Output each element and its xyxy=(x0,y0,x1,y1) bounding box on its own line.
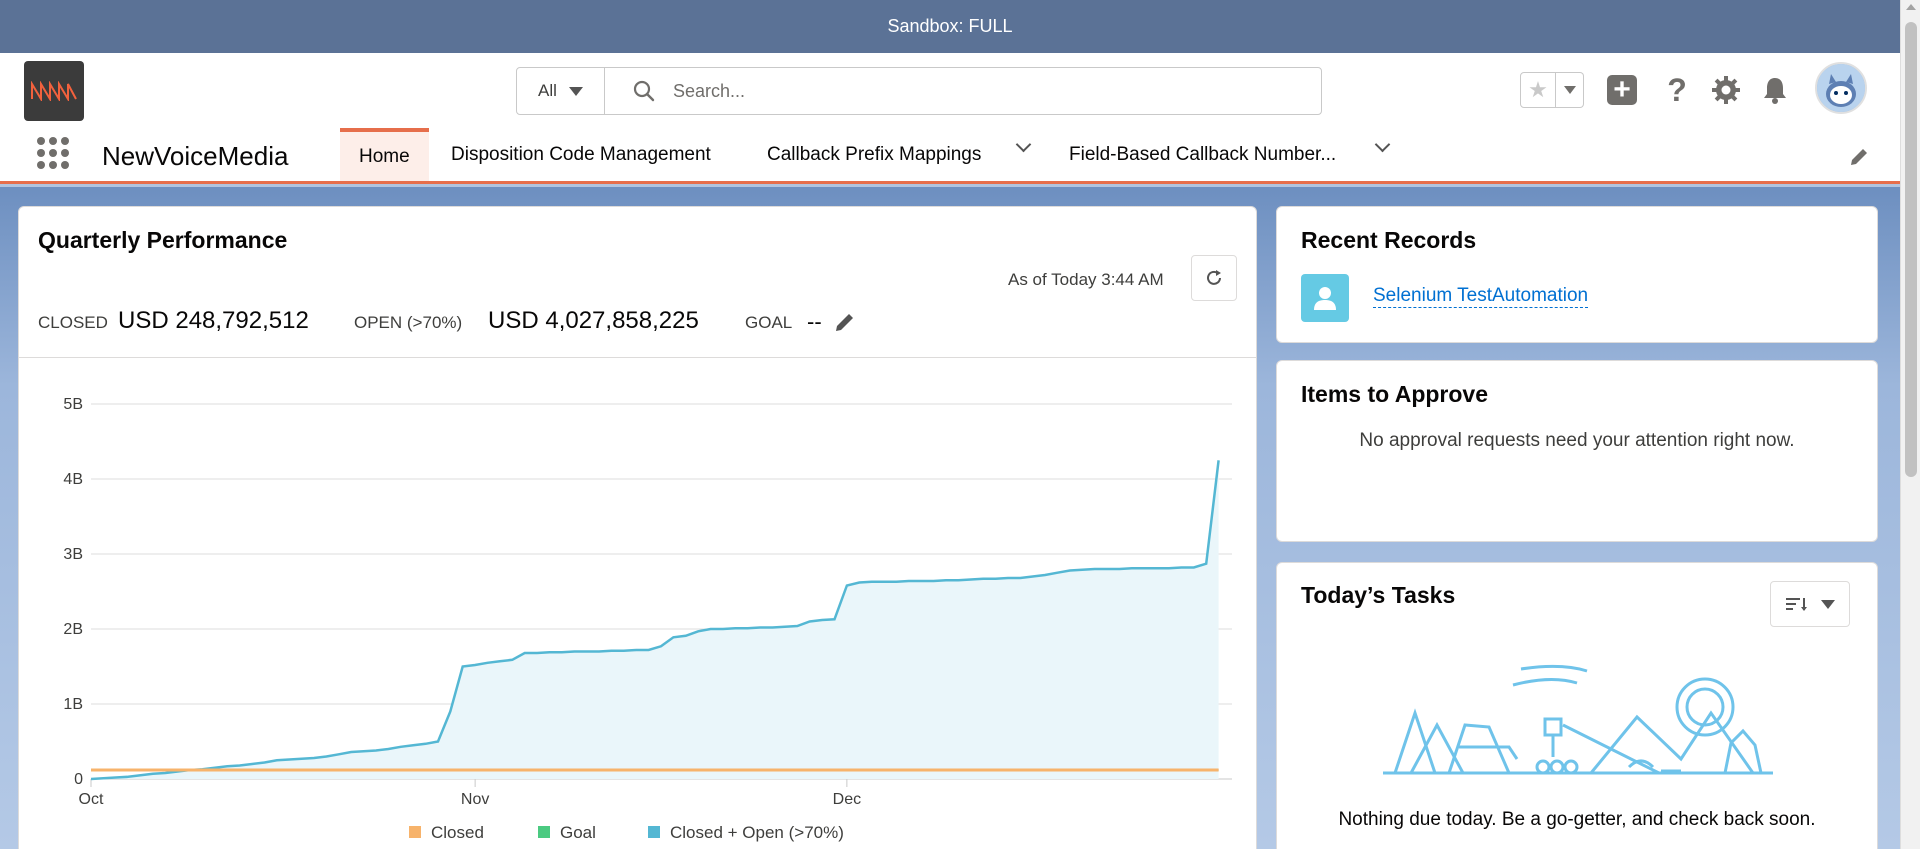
tab-label: Disposition Code Management xyxy=(451,143,711,165)
org-logo[interactable] xyxy=(24,61,84,121)
caret-down-icon xyxy=(1821,599,1835,609)
caret-down-icon xyxy=(1563,86,1576,94)
legend-swatch xyxy=(409,826,421,838)
plus-icon: + xyxy=(1607,75,1637,105)
empty-state-message: No approval requests need your attention… xyxy=(1359,430,1795,451)
x-tick-label: Dec xyxy=(833,791,861,808)
tab-label: Home xyxy=(359,145,410,167)
global-actions-button[interactable]: + xyxy=(1605,73,1639,107)
quarterly-performance-chart: 0 1B 2B 3B 4B 5B Oct Nov Dec Closed Goal Closed + O… xyxy=(63,396,1232,842)
card-title: Today’s Tasks xyxy=(1301,582,1456,608)
legend-label: Closed + Open (>70%) xyxy=(670,823,844,842)
search-input[interactable] xyxy=(673,80,1273,102)
legend-swatch xyxy=(648,826,660,838)
refresh-icon xyxy=(1207,270,1221,285)
closed-label: CLOSED xyxy=(38,313,108,332)
as-of-timestamp: As of Today 3:44 AM xyxy=(1008,270,1164,289)
gear-icon xyxy=(1712,76,1740,104)
closed-open-area xyxy=(91,460,1219,779)
scroll-thumb[interactable] xyxy=(1905,22,1917,477)
help-button[interactable]: ? xyxy=(1660,71,1694,108)
tab-label: Callback Prefix Mappings xyxy=(767,143,982,165)
setup-button[interactable] xyxy=(1709,73,1743,107)
search-field xyxy=(605,68,1321,114)
caret-down-icon xyxy=(568,86,583,96)
tab-home[interactable]: Home xyxy=(340,128,429,181)
relaxing-scene-illustration xyxy=(1383,664,1773,775)
sandbox-banner: Sandbox: FULL xyxy=(0,0,1900,53)
favorites-group: ★ xyxy=(1520,72,1584,108)
card-title: Items to Approve xyxy=(1301,381,1489,407)
goal-value: -- xyxy=(807,309,822,334)
astro-avatar-icon xyxy=(1817,64,1865,112)
recent-records-card: Recent Records Selenium TestAutomation xyxy=(1276,206,1878,343)
card-title: Recent Records xyxy=(1301,227,1477,253)
x-tick-label: Oct xyxy=(79,791,104,808)
items-to-approve-card: Items to Approve No approval requests ne… xyxy=(1276,360,1878,542)
quarterly-performance-card: Quarterly Performance As of Today 3:44 A… xyxy=(18,206,1257,849)
chevron-down-icon[interactable] xyxy=(1015,136,1032,153)
search-scope-label: All xyxy=(538,81,557,100)
todays-tasks-card: Today’s Tasks Nothing due today. Be a go… xyxy=(1276,562,1878,849)
wave-logo-icon xyxy=(31,81,77,101)
y-tick-label: 0 xyxy=(74,771,83,788)
sandbox-label: Sandbox: FULL xyxy=(887,16,1013,36)
pencil-icon[interactable] xyxy=(833,310,857,334)
page-scrollbar[interactable] xyxy=(1900,0,1920,849)
chevron-down-icon[interactable] xyxy=(1374,136,1391,153)
refresh-button[interactable] xyxy=(1191,255,1237,301)
tab-field-based-callback-number[interactable]: Field-Based Callback Number... xyxy=(1069,128,1336,181)
open-label: OPEN (>70%) xyxy=(354,313,463,332)
tab-disposition-code-management[interactable]: Disposition Code Management xyxy=(451,128,711,181)
goal-label: GOAL xyxy=(745,313,793,332)
tab-label: Field-Based Callback Number... xyxy=(1069,143,1337,165)
y-tick-label: 1B xyxy=(63,696,83,713)
search-scope-dropdown[interactable]: All xyxy=(517,68,605,114)
app-name: NewVoiceMedia xyxy=(102,141,289,171)
y-tick-label: 2B xyxy=(63,621,83,638)
y-tick-label: 4B xyxy=(63,471,83,488)
legend-swatch xyxy=(538,826,550,838)
y-tick-label: 5B xyxy=(63,396,83,413)
x-tick-label: Nov xyxy=(461,791,489,808)
open-value: USD 4,027,858,225 xyxy=(488,307,699,334)
favorites-menu-button[interactable] xyxy=(1556,72,1584,108)
notifications-button[interactable] xyxy=(1758,73,1792,107)
y-tick-label: 3B xyxy=(63,546,83,563)
global-search: All xyxy=(516,67,1322,115)
contact-icon xyxy=(1301,274,1349,322)
app-nav-bar: NewVoiceMedia Home Disposition Code Mana… xyxy=(0,128,1900,184)
empty-state-message: Nothing due today. Be a go-getter, and c… xyxy=(1338,809,1816,830)
scroll-up-arrow-icon[interactable] xyxy=(1906,4,1916,10)
help-icon: ? xyxy=(1667,71,1687,108)
avatar[interactable] xyxy=(1815,62,1867,114)
bell-icon xyxy=(1764,78,1786,104)
task-sort-button[interactable] xyxy=(1770,581,1850,627)
legend-label: Closed xyxy=(431,823,484,842)
recent-record-link[interactable]: Selenium TestAutomation xyxy=(1373,285,1589,308)
tab-callback-prefix-mappings[interactable]: Callback Prefix Mappings xyxy=(767,128,981,181)
pencil-icon[interactable] xyxy=(1848,146,1870,168)
star-icon[interactable]: ★ xyxy=(1520,72,1556,108)
search-icon xyxy=(633,80,655,102)
global-header: All ★ + ? xyxy=(0,53,1900,128)
closed-value: USD 248,792,512 xyxy=(118,307,309,334)
card-title: Quarterly Performance xyxy=(38,227,288,253)
person-icon xyxy=(1314,287,1336,310)
sort-icon xyxy=(1786,598,1807,611)
app-launcher-icon[interactable] xyxy=(37,137,69,169)
legend-label: Goal xyxy=(560,823,596,842)
